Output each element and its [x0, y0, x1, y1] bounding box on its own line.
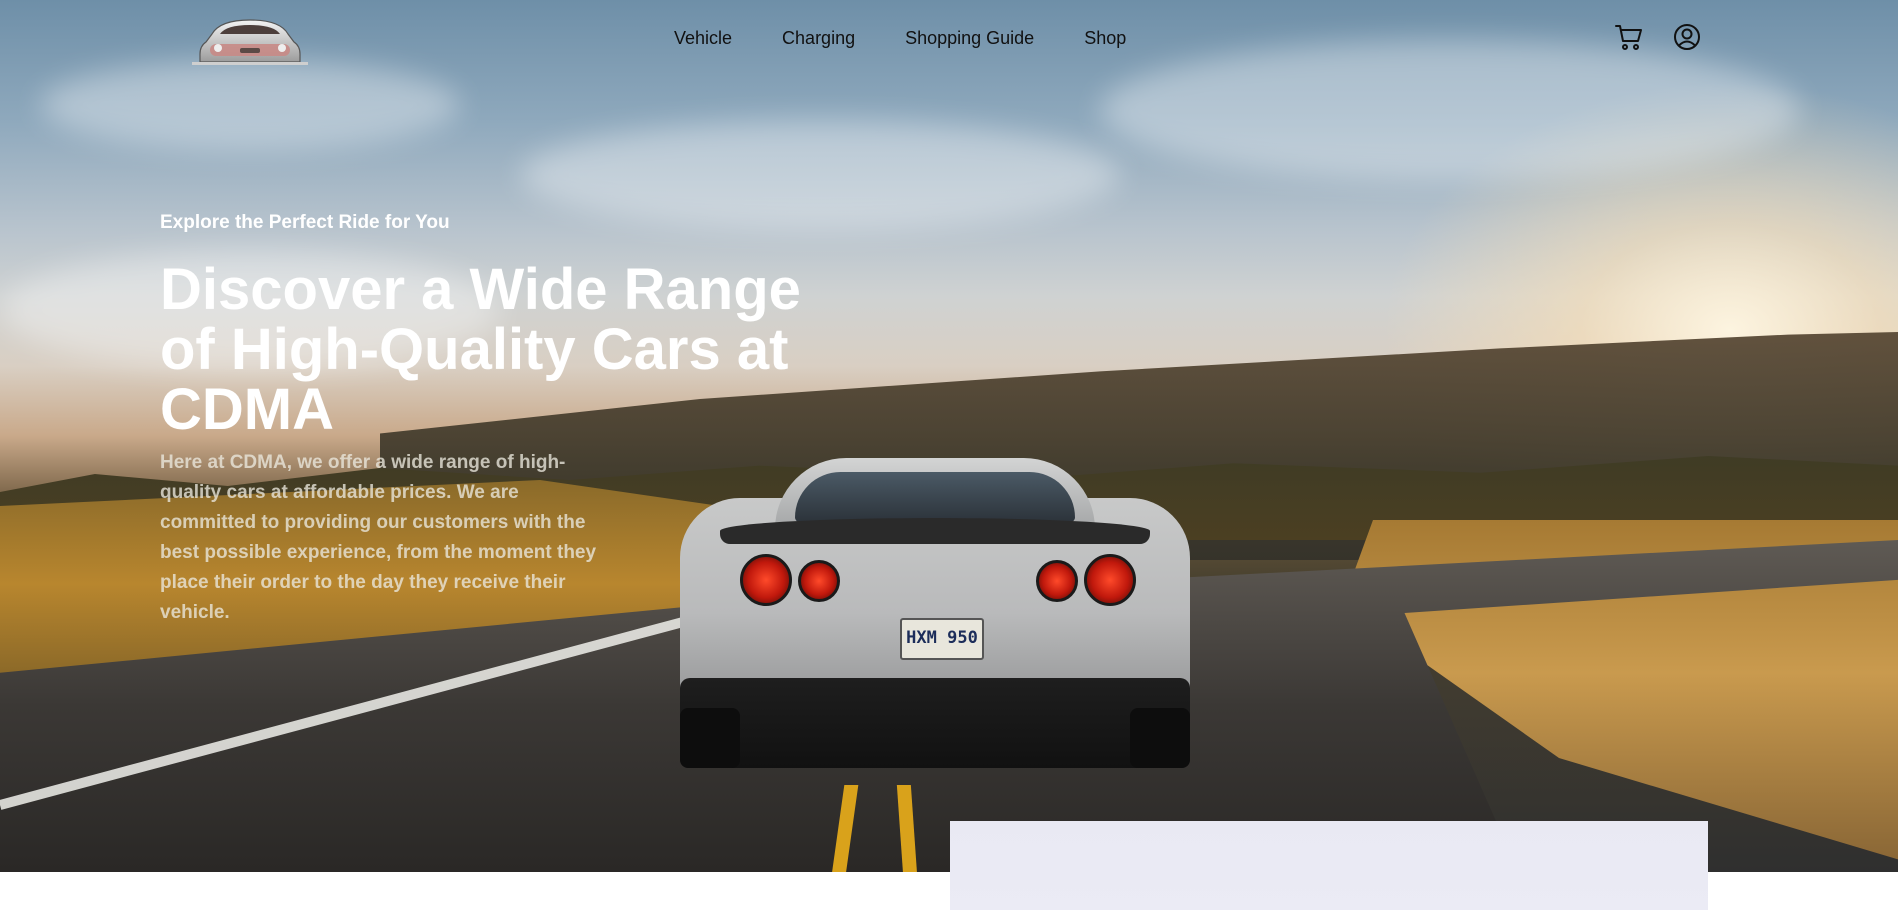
- sports-car-logo-icon[interactable]: [190, 14, 310, 68]
- hero-description: Here at CDMA, we offer a wide range of h…: [160, 452, 597, 623]
- license-plate: HXM 950: [900, 618, 984, 660]
- tire: [1130, 708, 1190, 768]
- hero-headline: Discover a Wide Range of High-Quality Ca…: [160, 257, 801, 442]
- nav-link-charging[interactable]: Charging: [782, 28, 855, 49]
- tail-light: [1084, 554, 1136, 606]
- logo-graphic: [192, 19, 308, 65]
- featured-card: [950, 821, 1708, 910]
- nav-link-shopping-guide[interactable]: Shopping Guide: [905, 28, 1034, 49]
- car-rear-bumper: [680, 678, 1190, 768]
- top-navigation: Vehicle Charging Shopping Guide Shop: [0, 0, 1898, 82]
- tire: [680, 708, 740, 768]
- hero-text-block: Explore the Perfect Ride for You Discove…: [160, 212, 860, 628]
- nav-link-vehicle[interactable]: Vehicle: [674, 28, 732, 49]
- nav-link-shop[interactable]: Shop: [1084, 28, 1126, 49]
- nav-links: Vehicle Charging Shopping Guide Shop: [674, 28, 1176, 49]
- nav-icons: [1614, 22, 1702, 52]
- user-account-icon[interactable]: [1672, 22, 1702, 52]
- tail-light: [1036, 560, 1078, 602]
- landing-page: HXM 950 Vehicle Charging Shopping Guide …: [0, 0, 1898, 910]
- shopping-cart-icon[interactable]: [1614, 22, 1644, 52]
- hero-eyebrow: Explore the Perfect Ride for You: [160, 212, 450, 233]
